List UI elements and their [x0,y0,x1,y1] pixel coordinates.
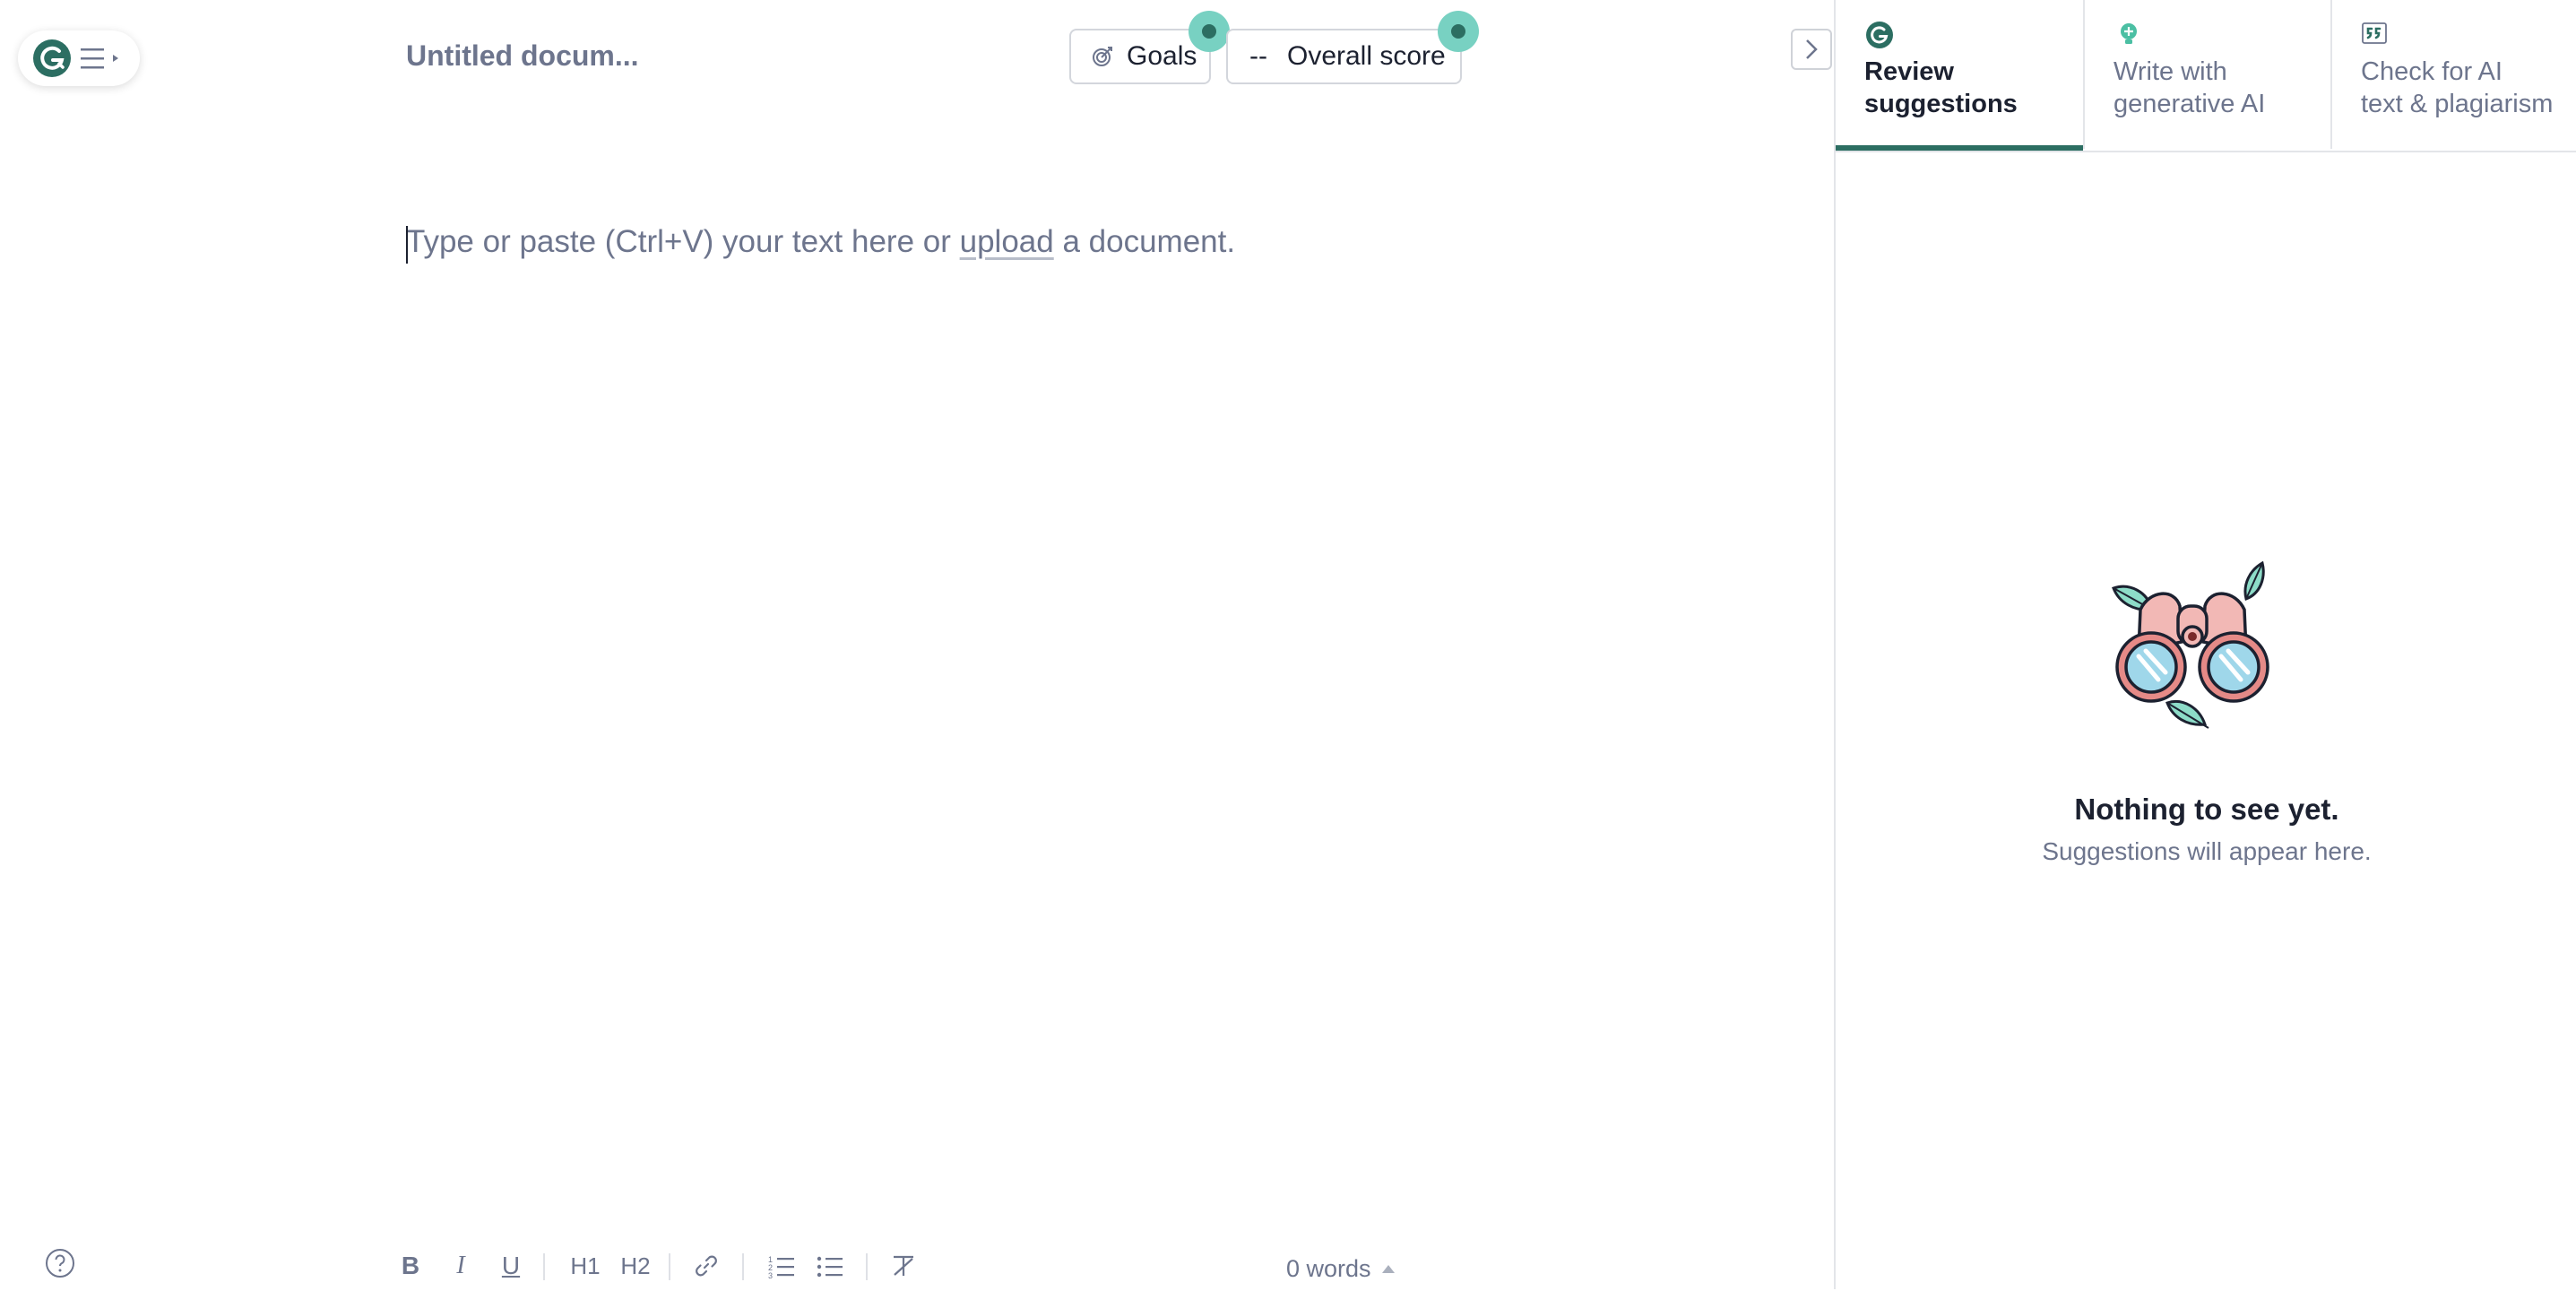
clear-formatting-button[interactable] [884,1246,923,1286]
italic-icon: I [456,1252,465,1279]
tab-review-suggestions[interactable]: Review suggestions [1836,0,2083,151]
binoculars-illustration-icon [2112,560,2269,729]
tab-write-with-ai[interactable]: Write with generative AI [2083,0,2330,149]
editor-placeholder-text-end: a document. [1053,224,1236,259]
word-count-label: 0 words [1286,1255,1371,1282]
overall-score-label: Overall score [1286,41,1446,71]
tab-check-label-line1: Check for AI [2361,57,2503,86]
collapse-panel-button[interactable] [1791,29,1832,70]
toolbar-divider [669,1253,670,1280]
tab-write-label-line1: Write with [2114,57,2227,86]
empty-state-title: Nothing to see yet. [2074,793,2339,826]
tab-review-label-line1: Review [1864,57,1954,86]
overall-score-button[interactable]: -- Overall score [1226,29,1462,84]
text-caret [406,226,408,264]
help-icon[interactable] [45,1248,75,1278]
score-value: -- [1249,41,1267,71]
link-button[interactable] [687,1246,726,1286]
bullet-list-button[interactable] [810,1246,850,1286]
panel-tabs: Review suggestions Write with generative… [1836,0,2576,152]
empty-state-subtitle: Suggestions will appear here. [2042,837,2372,865]
heading1-icon: H1 [570,1252,601,1279]
word-count-button[interactable]: 0 words [1286,1255,1395,1283]
tab-check-ai-plagiarism[interactable]: Check for AI text & plagiarism [2330,0,2576,149]
bullet-list-icon [817,1256,843,1278]
toolbar-divider [866,1253,868,1280]
lightbulb-icon [2121,23,2137,44]
grammarly-logo-icon [33,39,71,77]
tab-check-label-line2: text & plagiarism [2361,90,2554,118]
underline-button[interactable]: U [491,1246,531,1286]
toolbar-divider [543,1253,545,1280]
score-status-dot [1438,11,1479,52]
underline-icon: U [501,1252,521,1279]
italic-button[interactable]: I [441,1246,480,1286]
heading2-icon: H2 [620,1252,651,1279]
editor-area[interactable]: Type or paste (Ctrl+V) your text here or… [406,224,1236,264]
heading2-button[interactable]: H2 [613,1246,658,1286]
upload-link[interactable]: upload [960,224,1054,259]
numbered-list-button[interactable]: 1 2 3 [762,1246,801,1286]
numbered-list-icon: 1 2 3 [768,1255,794,1278]
link-icon [696,1255,717,1277]
bold-button[interactable]: B [391,1246,430,1286]
chevron-right-icon [1806,39,1818,59]
clear-formatting-icon [894,1255,913,1276]
tab-review-label-line2: suggestions [1864,90,2018,118]
quote-icon [2362,22,2387,44]
app-menu-pill[interactable] [18,30,140,86]
caret-up-icon [1381,1265,1395,1273]
editor-placeholder-text: Type or paste (Ctrl+V) your text here or [406,224,960,259]
bold-icon: B [401,1252,420,1279]
suggestions-panel: Review suggestions Write with generative… [1834,0,2576,1289]
svg-text:3: 3 [768,1271,773,1278]
grammarly-g-icon [1866,22,1893,48]
goals-status-dot [1189,11,1230,52]
tab-write-label-line2: generative AI [2114,90,2266,118]
toolbar-divider [742,1253,744,1280]
hamburger-menu-icon[interactable] [79,45,122,72]
goals-label: Goals [1127,41,1197,71]
heading1-button[interactable]: H1 [563,1246,608,1286]
document-title[interactable]: Untitled docum... [406,39,639,73]
target-icon [1093,47,1112,66]
